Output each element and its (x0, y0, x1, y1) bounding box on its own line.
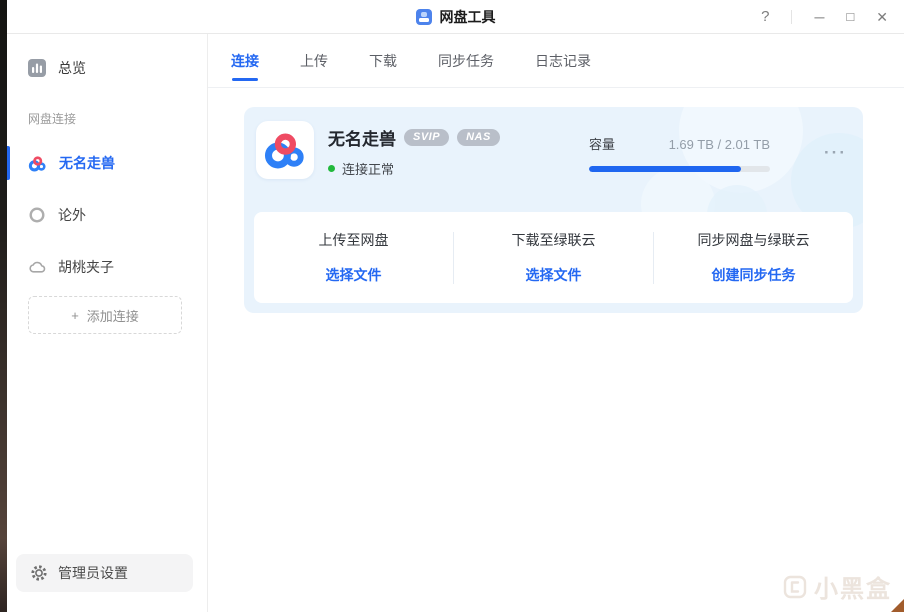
titlebar: 网盘工具 ? ─ □ ✕ (7, 0, 904, 34)
capacity-progress-fill (589, 166, 742, 172)
add-connection-label: 添加连接 (86, 308, 139, 324)
capacity-value: 1.69 TB / 2.01 TB (668, 137, 770, 152)
capacity-label: 容量 (589, 137, 616, 152)
card-header: 无名走兽 SVIP NAS 连接正常 容量 1.69 TB / 2.01 TB … (244, 107, 863, 212)
sidebar-section-label: 网盘连接 (28, 112, 77, 126)
svip-badge: SVIP (404, 129, 450, 146)
card-actions-panel: 上传至网盘 选择文件 下载至绿联云 选择文件 同步网盘与绿联云 创建同步任务 (254, 212, 853, 303)
admin-settings-label: 管理员设置 (58, 565, 128, 581)
plus-icon: + (71, 307, 79, 323)
sidebar-item-connection-1[interactable]: 论外 (7, 198, 207, 232)
controls-divider (791, 9, 793, 24)
sidebar: 总览 网盘连接 无名走兽 论外 胡桃夹子 + 添加连接 管理员设置 (7, 34, 208, 612)
capacity-block: 容量 1.69 TB / 2.01 TB (589, 134, 770, 172)
cloud-icon (29, 261, 46, 273)
overview-chart-icon (28, 59, 46, 77)
tab-sync-tasks[interactable]: 同步任务 (438, 34, 494, 87)
tab-logs[interactable]: 日志记录 (535, 34, 591, 87)
title-group: 网盘工具 (415, 0, 496, 33)
action-upload: 上传至网盘 选择文件 (254, 230, 453, 285)
window-controls: ? ─ □ ✕ (761, 0, 888, 33)
tab-upload[interactable]: 上传 (300, 34, 328, 87)
sidebar-item-connection-2[interactable]: 胡桃夹子 (7, 250, 207, 284)
netdisk-logo-icon (264, 133, 304, 169)
connection-status: 连接正常 (328, 159, 394, 178)
nas-badge: NAS (457, 129, 500, 146)
action-download: 下载至绿联云 选择文件 (454, 230, 653, 285)
netdisk-logo-tile (256, 121, 314, 179)
sidebar-connection-label: 胡桃夹子 (58, 259, 114, 275)
sidebar-connection-label: 论外 (58, 207, 86, 223)
action-sync: 同步网盘与绿联云 创建同步任务 (654, 230, 853, 285)
tab-download[interactable]: 下载 (369, 34, 397, 87)
add-connection-button[interactable]: + 添加连接 (28, 296, 182, 334)
circle-drive-icon (29, 207, 45, 223)
minimize-icon[interactable]: ─ (814, 10, 824, 24)
sidebar-connection-label: 无名走兽 (59, 155, 115, 171)
create-sync-task-link[interactable]: 创建同步任务 (712, 265, 796, 285)
app-logo-icon (415, 8, 432, 25)
action-title: 同步网盘与绿联云 (697, 232, 810, 248)
desktop-corner-sliver (891, 599, 904, 612)
connection-name-row: 无名走兽 SVIP NAS (328, 125, 500, 150)
desktop-background-sliver (0, 0, 7, 612)
tab-connect[interactable]: 连接 (231, 34, 259, 87)
maximize-icon[interactable]: □ (846, 10, 854, 23)
choose-files-link[interactable]: 选择文件 (326, 265, 382, 285)
connection-card: 无名走兽 SVIP NAS 连接正常 容量 1.69 TB / 2.01 TB … (244, 107, 863, 313)
sidebar-item-overview[interactable]: 总览 (7, 52, 207, 84)
status-text: 连接正常 (342, 162, 395, 177)
more-menu-icon[interactable]: ··· (824, 143, 847, 163)
choose-files-link[interactable]: 选择文件 (526, 265, 582, 285)
sidebar-overview-label: 总览 (58, 60, 86, 76)
sidebar-item-connection-0[interactable]: 无名走兽 (7, 146, 207, 180)
app-title: 网盘工具 (439, 8, 496, 25)
help-icon[interactable]: ? (761, 9, 769, 24)
gear-icon (31, 565, 47, 581)
connection-name: 无名走兽 (328, 130, 396, 149)
close-icon[interactable]: ✕ (876, 10, 888, 24)
tab-bar: 连接 上传 下载 同步任务 日志记录 (208, 34, 904, 88)
capacity-progress-track (589, 166, 770, 172)
action-title: 下载至绿联云 (511, 232, 596, 248)
main-content: 连接 上传 下载 同步任务 日志记录 无名走兽 SVIP NAS 连接正常 容量… (208, 34, 904, 612)
admin-settings-button[interactable]: 管理员设置 (16, 554, 193, 592)
status-dot-icon (328, 165, 335, 172)
action-title: 上传至网盘 (318, 232, 389, 248)
netdisk-logo-icon (28, 155, 46, 171)
